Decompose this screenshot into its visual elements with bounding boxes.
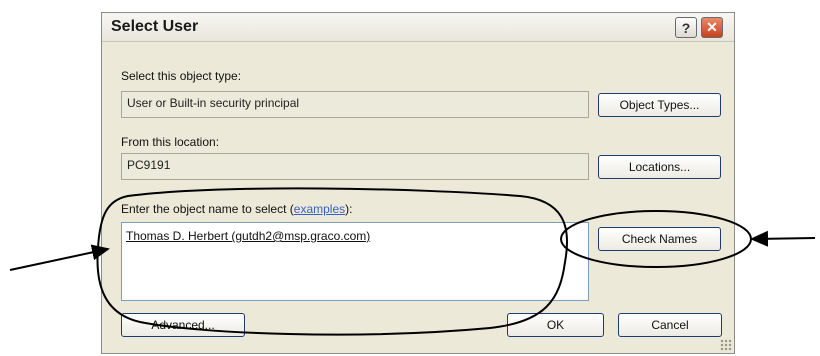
check-names-highlight-ellipse [560,210,752,268]
annotation-overlay [9,187,816,336]
left-arrow-icon [9,244,110,271]
right-arrow-icon [750,230,816,247]
name-box-highlight-ellipse [96,187,569,336]
